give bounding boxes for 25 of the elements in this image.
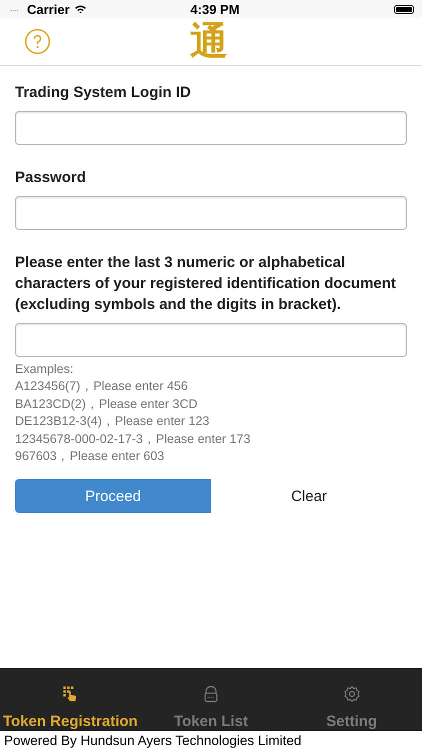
footer-text: Powered By Hundsun Ayers Technologies Limited [3, 732, 302, 750]
settings-icon [342, 684, 362, 704]
example-text: 967603，Please enter 603 [15, 448, 166, 466]
battery-icon [394, 4, 414, 14]
proceed-button[interactable]: Proceed [15, 479, 211, 514]
example-text: Examples: [15, 361, 74, 378]
field-label: Please enter the last 3 numeric or alphabetical characters of your registered identification document (excluding symbols and the digits in bracket). [15, 253, 397, 315]
example-text: A123456(7)，Please enter 456 [15, 378, 189, 396]
tab[interactable]: Token Registration [0, 668, 141, 731]
clear-button[interactable]: Clear [211, 479, 407, 514]
input-field[interactable] [15, 323, 407, 357]
input-field[interactable] [15, 111, 407, 145]
carrier-name: Carrier [27, 2, 70, 16]
help-icon [24, 28, 51, 55]
tab[interactable]: Token List [140, 668, 282, 731]
tab[interactable]: Setting [281, 668, 422, 731]
example-text: BA123CD(2)，Please enter 3CD [15, 396, 199, 413]
wifi-icon [72, 2, 88, 16]
field-label: Password [15, 168, 87, 188]
field-label: Trading System Login ID [15, 83, 192, 103]
status-time: 4:39 PM [189, 2, 241, 16]
input-field[interactable] [15, 196, 407, 230]
example-text: DE123B12-3(4)，Please enter 123 [15, 413, 210, 430]
example-text: 12345678-000-02-17-3，Please enter 173 [15, 430, 252, 448]
logo: 通 [190, 18, 228, 64]
